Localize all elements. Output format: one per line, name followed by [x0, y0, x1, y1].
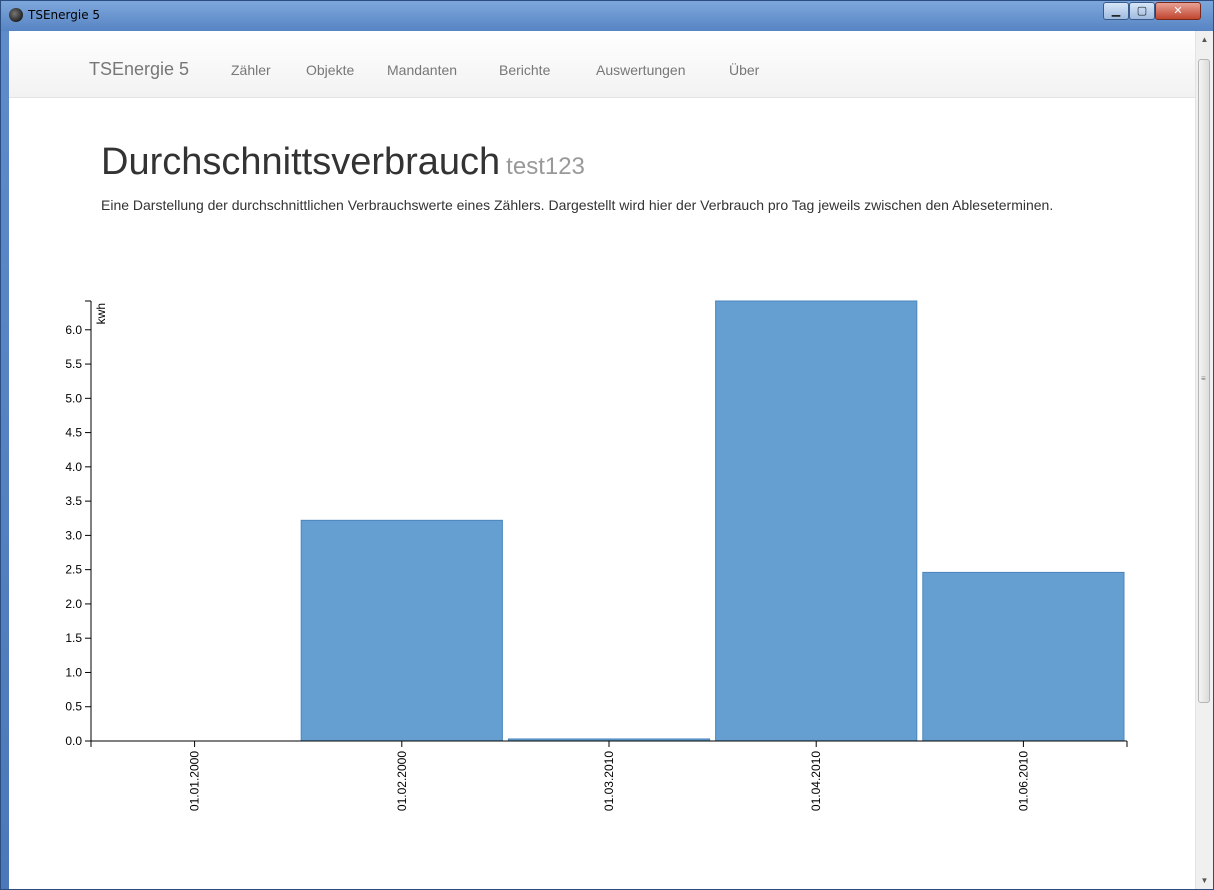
y-tick-label: 0.0 [65, 734, 82, 748]
y-axis-label: kwh [94, 303, 108, 324]
nav-link-berichte[interactable]: Berichte [499, 62, 550, 78]
x-tick-label: 01.06.2010 [1016, 751, 1030, 811]
scroll-down-arrow-icon[interactable]: ▼ [1196, 872, 1213, 889]
app-icon [9, 8, 23, 22]
bar [715, 300, 918, 742]
y-tick-label: 0.5 [65, 700, 82, 714]
y-tick-label: 3.0 [65, 528, 82, 542]
window-title: TSEnergie 5 [28, 8, 101, 22]
scroll-up-arrow-icon[interactable]: ▲ [1196, 31, 1213, 48]
nav-link-auswertungen[interactable]: Auswertungen [596, 62, 686, 78]
nav-link-zaehler[interactable]: Zähler [231, 62, 271, 78]
x-tick-label: 01.01.2000 [188, 751, 202, 811]
close-button[interactable]: ✕ [1155, 2, 1201, 20]
y-tick-label: 4.5 [65, 426, 82, 440]
y-tick-label: 1.0 [65, 665, 82, 679]
y-tick-label: 2.5 [65, 563, 82, 577]
y-tick-label: 6.0 [65, 323, 82, 337]
page-title-text: Durchschnittsverbrauch [101, 141, 501, 183]
y-tick-label: 5.0 [65, 391, 82, 405]
page-content: TSEnergie 5 Zähler Objekte Mandanten Ber… [9, 31, 1213, 889]
page-title: Durchschnittsverbrauch test123 [101, 141, 585, 184]
bar [922, 571, 1125, 742]
grip-icon: ≡ [1201, 374, 1206, 383]
top-navbar: TSEnergie 5 Zähler Objekte Mandanten Ber… [9, 31, 1195, 98]
page-description: Eine Darstellung der durchschnittlichen … [101, 197, 1054, 213]
vertical-scrollbar[interactable]: ▲ ≡ ▼ [1195, 31, 1213, 889]
scroll-thumb[interactable]: ≡ [1198, 59, 1210, 703]
window-titlebar[interactable]: TSEnergie 5 ▁ ▢ ✕ [1, 1, 1213, 31]
y-tick-label: 4.0 [65, 460, 82, 474]
consumption-bar-chart: 0.0 0.5 1.0 1.5 2.0 2.5 3.0 3.5 4.0 4.5 5.0 5.5 6.0 k… [65, 300, 1128, 811]
page-subtitle: test123 [506, 153, 585, 180]
x-tick-label: 01.02.2000 [395, 751, 409, 811]
y-tick-label: 3.5 [65, 494, 82, 508]
bar [300, 519, 503, 742]
y-tick-label: 1.5 [65, 631, 82, 645]
navbar-brand[interactable]: TSEnergie 5 [89, 59, 189, 80]
app-window: TSEnergie 5 ▁ ▢ ✕ TSEnergie 5 Zähler Obj… [0, 0, 1214, 890]
y-tick-label: 2.0 [65, 597, 82, 611]
x-tick-label: 01.03.2010 [602, 751, 616, 811]
maximize-button[interactable]: ▢ [1129, 2, 1155, 20]
nav-link-mandanten[interactable]: Mandanten [387, 62, 457, 78]
x-tick-label: 01.04.2010 [809, 751, 823, 811]
y-tick-label: 5.5 [65, 357, 82, 371]
nav-link-objekte[interactable]: Objekte [306, 62, 354, 78]
minimize-button[interactable]: ▁ [1103, 2, 1129, 20]
nav-link-ueber[interactable]: Über [729, 62, 759, 78]
